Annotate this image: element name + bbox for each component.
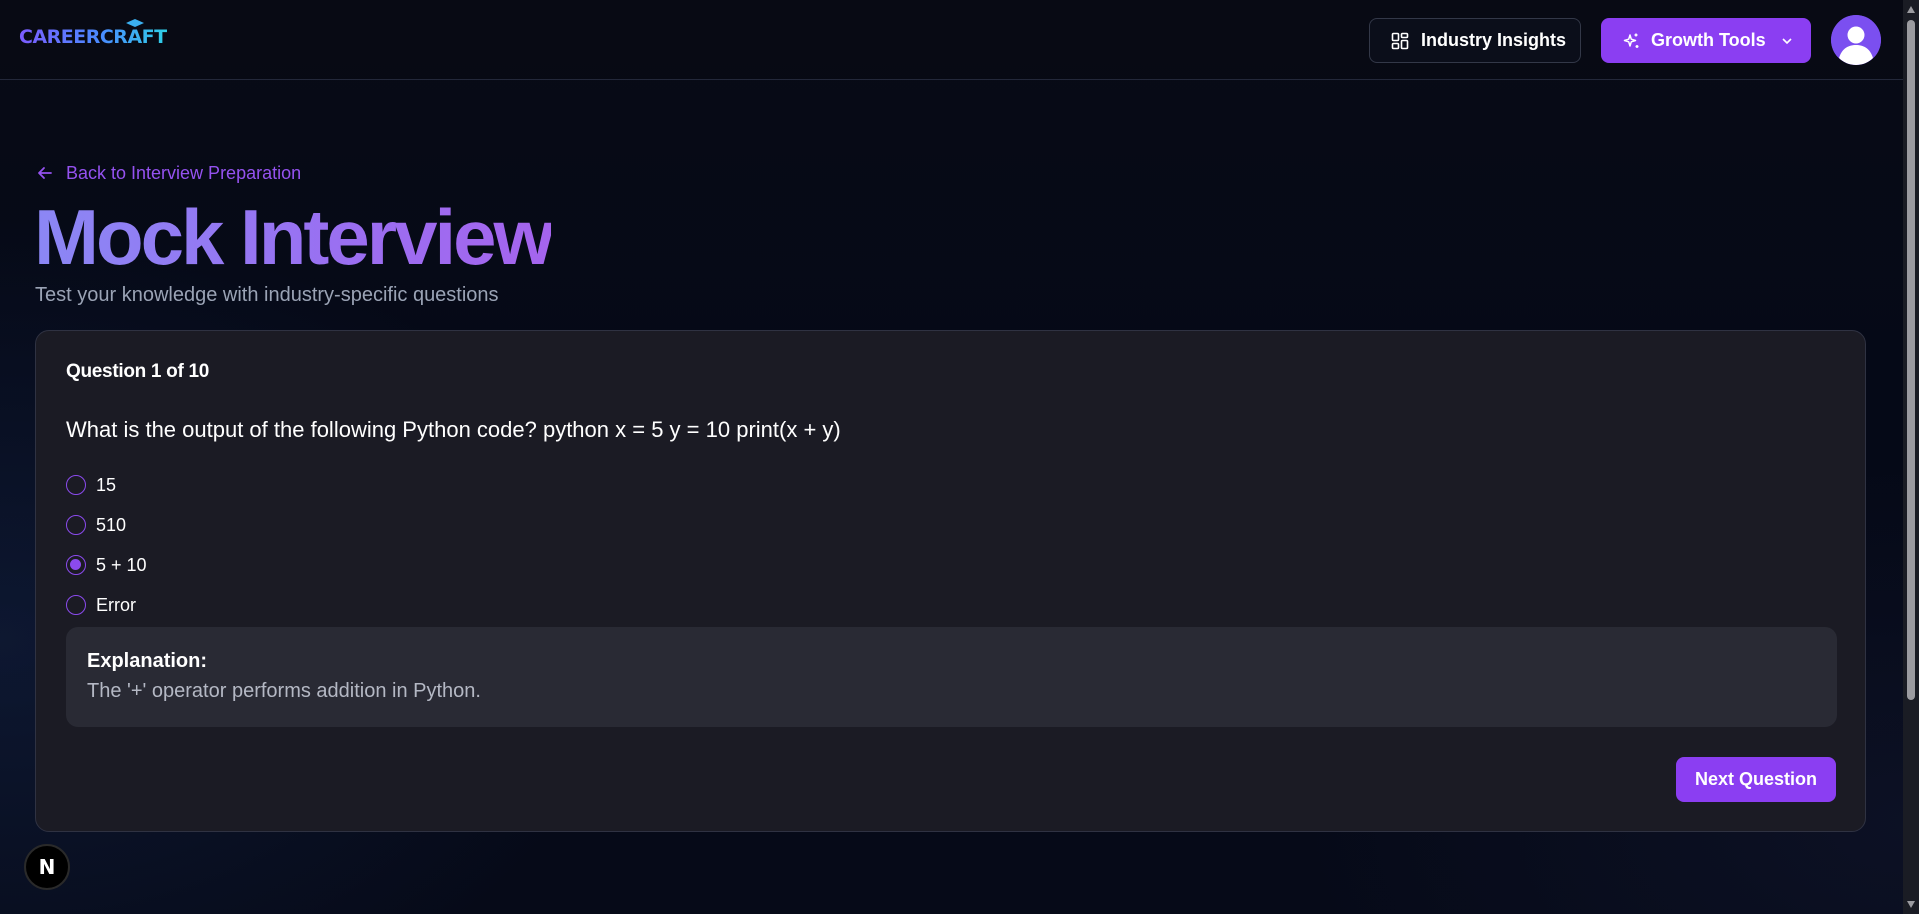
dashboard-icon [1391, 32, 1409, 49]
question-text: What is the output of the following Pyth… [66, 417, 841, 442]
top-navbar: CAREERCRAFT Industry Insights Growth Too… [0, 0, 1903, 80]
explanation-text: The '+' operator performs addition in Py… [87, 680, 481, 702]
nextjs-badge[interactable]: N [24, 844, 70, 890]
back-to-interview-link[interactable]: Back to Interview Preparation [36, 161, 301, 185]
scrollbar-thumb[interactable] [1907, 20, 1915, 700]
sparkles-icon [1623, 33, 1639, 48]
back-link-label: Back to Interview Preparation [66, 162, 302, 183]
arrow-left-icon [38, 167, 52, 179]
scrollbar[interactable] [1903, 0, 1919, 914]
explanation-box: Explanation: The '+' operator performs a… [66, 627, 1837, 727]
answer-option[interactable]: 510 [66, 505, 147, 545]
page-title: Mock Interview [34, 193, 554, 281]
scroll-down-icon[interactable] [1907, 901, 1915, 908]
user-avatar[interactable] [1831, 15, 1881, 65]
next-question-button[interactable]: Next Question [1676, 757, 1836, 802]
option-label: Error [96, 594, 136, 615]
graduation-cap-icon [126, 19, 144, 27]
radio-button[interactable] [66, 555, 86, 575]
nextjs-icon: N [38, 855, 56, 879]
page-subtitle: Test your knowledge with industry-specif… [35, 284, 499, 306]
chevron-down-icon [1782, 37, 1792, 44]
scroll-up-icon[interactable] [1907, 6, 1915, 13]
option-label: 15 [96, 474, 117, 495]
growth-tools-button[interactable]: Growth Tools [1601, 18, 1811, 63]
answer-options: 15 510 5 + 10 Error [66, 465, 147, 625]
question-counter: Question 1 of 10 [66, 361, 210, 382]
radio-button[interactable] [66, 475, 86, 495]
explanation-heading: Explanation: [87, 650, 208, 672]
growth-tools-label: Growth Tools [1651, 30, 1766, 50]
careercraft-logo[interactable]: CAREERCRAFT [19, 26, 167, 48]
user-avatar-icon [1831, 15, 1881, 65]
option-label: 510 [96, 514, 127, 535]
answer-option[interactable]: 5 + 10 [66, 545, 147, 585]
answer-option[interactable]: Error [66, 585, 147, 625]
answer-option[interactable]: 15 [66, 465, 147, 505]
radio-button[interactable] [66, 515, 86, 535]
option-label: 5 + 10 [96, 554, 147, 575]
question-card: Question 1 of 10 What is the output of t… [35, 330, 1866, 832]
industry-insights-button[interactable]: Industry Insights [1369, 18, 1581, 63]
industry-insights-label: Industry Insights [1421, 30, 1567, 50]
radio-button[interactable] [66, 595, 86, 615]
